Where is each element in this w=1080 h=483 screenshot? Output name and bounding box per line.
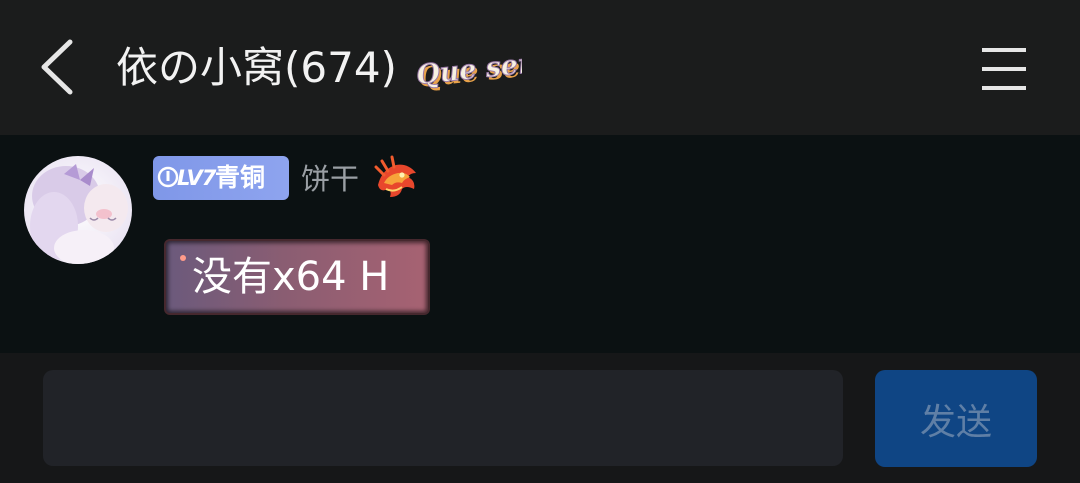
send-button[interactable]: 发送 [875,370,1037,467]
avatar[interactable] [24,156,132,264]
chat-messages[interactable]: LV7 青铜 饼干 没有x64 H [0,135,1080,353]
chat-header: 依の小窝(674) Que sera Que sera [0,0,1080,135]
chevron-left-icon [41,39,73,95]
message-input[interactable] [43,370,843,466]
chat-title: 依の小窝(674) [116,43,397,92]
composer-bar: 发送 [0,353,1080,483]
level-label: LV7 [177,166,216,190]
message-text: 没有x64 H [192,254,390,300]
menu-button[interactable] [970,40,1038,98]
level-badge[interactable]: LV7 青铜 [153,156,289,200]
menu-icon [982,48,1026,90]
back-button[interactable] [30,32,90,102]
bubble-sparkle [180,255,186,261]
level-title: 青铜 [215,163,266,192]
message-bubble[interactable]: 没有x64 H [166,241,428,313]
title-badge: Que sera Que sera [412,44,553,96]
sender-name[interactable]: 饼干 [301,158,359,200]
dragon-icon [372,155,420,201]
